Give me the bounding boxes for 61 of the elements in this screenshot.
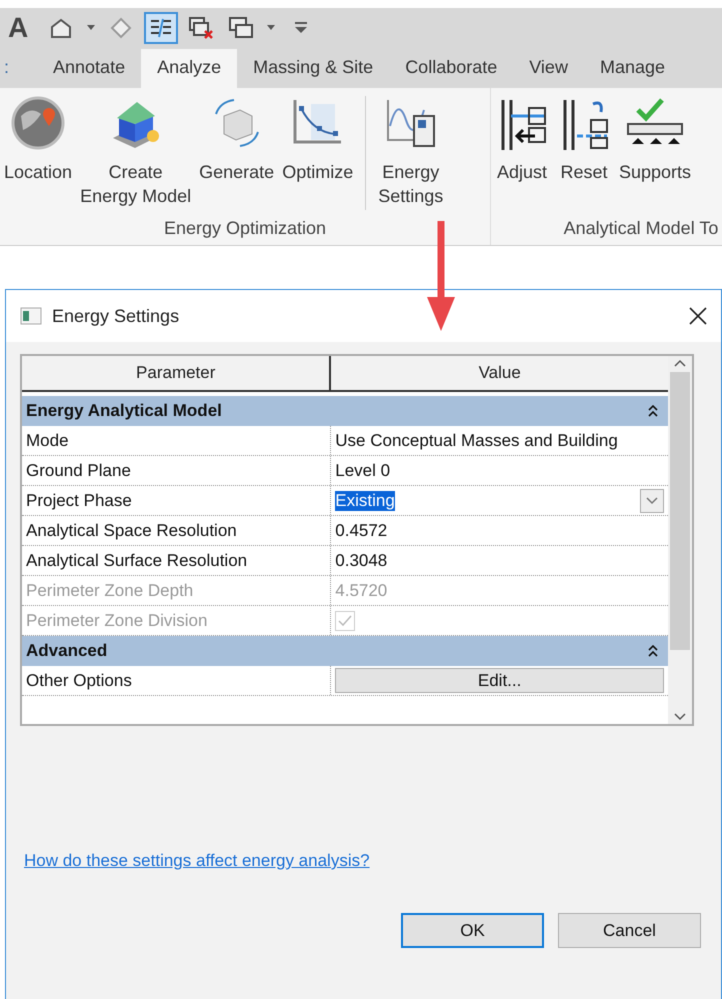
window-icon: [20, 307, 42, 325]
globe-icon: [11, 96, 66, 150]
customize-icon: [294, 22, 308, 34]
edit-button[interactable]: Edit...: [335, 668, 664, 693]
tab-edge: :: [4, 57, 10, 79]
column-header[interactable]: Parameter: [22, 356, 332, 390]
ribbon-button[interactable]: Reset: [553, 96, 615, 184]
parameter-cell: Ground Plane: [22, 456, 332, 485]
group-header[interactable]: Energy Analytical Model: [22, 396, 668, 426]
parameter-cell: Perimeter Zone Depth: [22, 576, 332, 605]
close-windows-icon: [188, 16, 214, 40]
ribbon-button[interactable]: Generate: [195, 96, 278, 184]
parameter-cell: Analytical Space Resolution: [22, 516, 332, 545]
ribbon-tab[interactable]: Massing & Site: [237, 49, 390, 88]
value-cell[interactable]: Level 0: [331, 456, 668, 485]
toggle-button[interactable]: [144, 12, 178, 44]
ribbon-tab[interactable]: Annotate: [37, 49, 142, 88]
ribbon-button[interactable]: Create Energy Model: [76, 96, 196, 208]
value-cell[interactable]: Use Conceptual Masses and Building: [331, 426, 668, 455]
switch-windows-icon: [228, 16, 254, 40]
ribbon-tab[interactable]: Collaborate: [389, 49, 514, 88]
scroll-thumb[interactable]: [670, 372, 690, 650]
dropdown-field[interactable]: Existing: [331, 486, 668, 515]
close-icon[interactable]: [689, 307, 707, 325]
ribbon-button[interactable]: Energy Settings: [374, 96, 448, 208]
parameter-cell: Other Options: [22, 666, 332, 695]
collapse-icon[interactable]: [648, 645, 658, 657]
column-header[interactable]: Value: [331, 356, 668, 390]
group-title: Advanced: [26, 641, 108, 661]
collapse-icon[interactable]: [648, 405, 658, 417]
list-icon: [149, 17, 174, 39]
dropdown-button[interactable]: [640, 488, 664, 512]
chevron-down-icon: [646, 496, 658, 504]
parameter-cell: Analytical Surface Resolution: [22, 546, 332, 575]
parameter-cell: Perimeter Zone Division: [22, 606, 332, 635]
ribbon-button[interactable]: Adjust: [491, 96, 553, 184]
caret-icon: [87, 25, 96, 31]
ribbon-button[interactable]: Location: [0, 96, 76, 184]
group-header[interactable]: Advanced: [22, 636, 668, 666]
panel-title: Energy Optimization: [162, 218, 328, 240]
ok-button[interactable]: OK: [401, 913, 544, 948]
scroll-bar[interactable]: [668, 356, 692, 724]
app-letter[interactable]: A: [8, 12, 28, 44]
window-title: Energy Settings: [52, 306, 180, 326]
diamond-icon: [110, 17, 132, 39]
group-title: Energy Analytical Model: [26, 401, 222, 421]
value-cell[interactable]: 0.3048: [331, 546, 668, 575]
panel-title: Analytical Model To: [562, 218, 720, 240]
parameter-cell: Mode: [22, 426, 332, 455]
cancel-button[interactable]: Cancel: [558, 913, 701, 948]
ribbon-tab[interactable]: Analyze: [141, 49, 238, 88]
parameter-cell: Project Phase: [22, 486, 332, 515]
caret-icon: [267, 25, 276, 31]
value-cell[interactable]: 0.4572: [331, 516, 668, 545]
ribbon-button[interactable]: Optimize: [278, 96, 358, 184]
help-link[interactable]: How do these settings affect energy analysis?: [24, 851, 370, 870]
ribbon-tab[interactable]: View: [513, 49, 584, 88]
house-icon: [49, 17, 74, 39]
check-icon: [338, 614, 352, 626]
ribbon-tab[interactable]: Manage: [584, 49, 682, 88]
ribbon-button[interactable]: Supports: [615, 96, 696, 184]
